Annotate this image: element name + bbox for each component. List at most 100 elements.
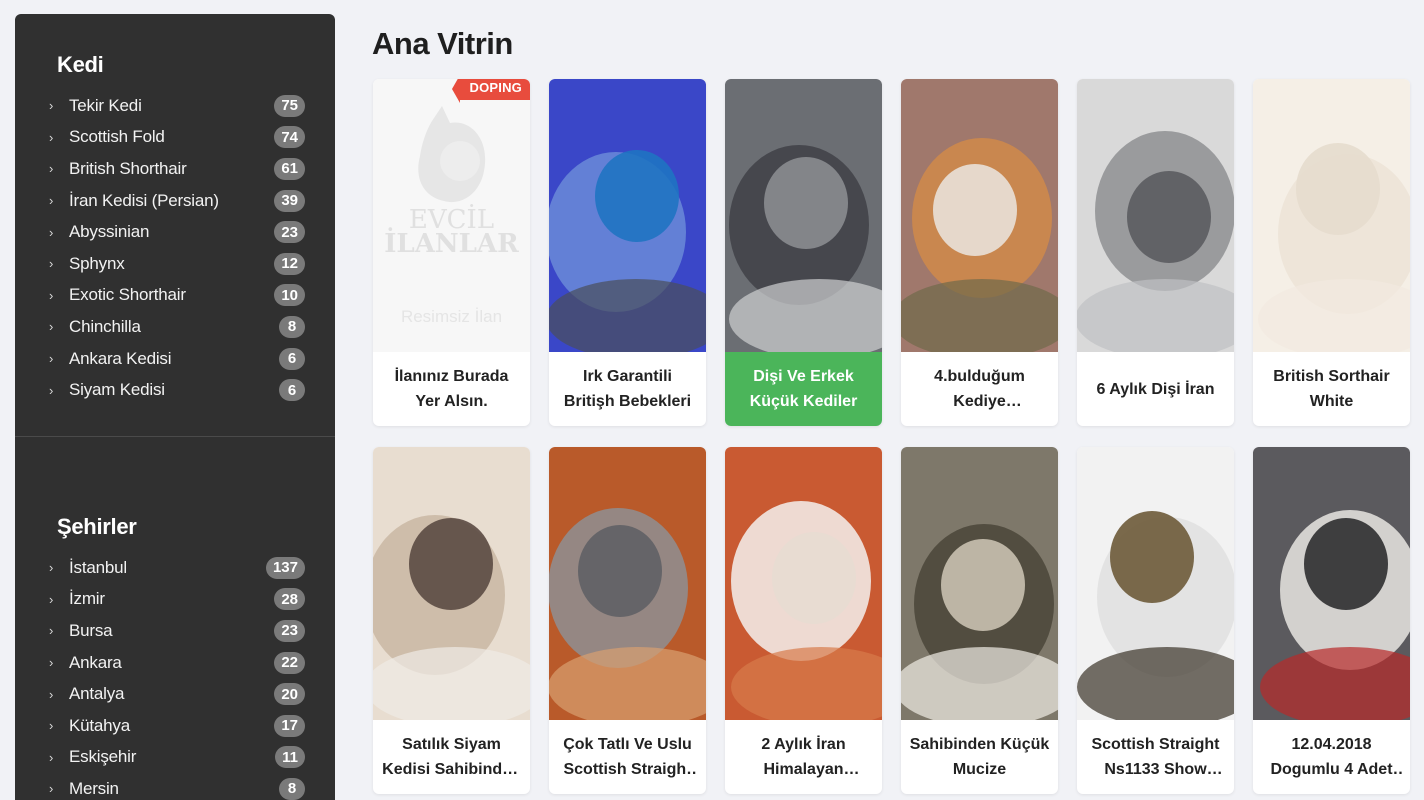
listing-photo: [1253, 447, 1410, 720]
sidebar-item[interactable]: › Tekir Kedi 75: [49, 90, 305, 122]
listing-title[interactable]: 2 Aylık İran Himalayan Yavrular: [725, 720, 882, 794]
sidebar-item[interactable]: › Mersin 8: [49, 773, 305, 800]
sidebar-item-label: Abyssinian: [69, 222, 150, 242]
sidebar-item[interactable]: › Antalya 20: [49, 678, 305, 710]
listing-card[interactable]: Sahibinden Küçük Mucize: [901, 447, 1058, 794]
sidebar-item[interactable]: › İstanbul 137: [49, 552, 305, 584]
count-badge: 12: [274, 252, 305, 275]
brand-line-2: İLANLAR: [384, 229, 519, 259]
sidebar-item-label: Eskişehir: [69, 747, 137, 767]
sidebar-item[interactable]: › Scottish Fold 74: [49, 122, 305, 154]
listing-title[interactable]: 6 Aylık Dişi İran: [1077, 352, 1234, 426]
listing-photo: [901, 447, 1058, 720]
sidebar-item[interactable]: › Kütahya 17: [49, 710, 305, 742]
sidebar-item[interactable]: › British Shorthair 61: [49, 153, 305, 185]
listing-thumbnail[interactable]: [549, 447, 706, 720]
listing-title-text: 6 Aylık Dişi İran: [1096, 380, 1215, 398]
listing-thumbnail[interactable]: [1077, 79, 1234, 352]
listing-title[interactable]: Scottish Straight Ns1133 Show Kalite: [1077, 720, 1234, 794]
chevron-right-icon: ›: [49, 98, 54, 114]
listing-title[interactable]: 4.bulduğum Kediye Bakamayacağım: [901, 352, 1058, 426]
listing-card[interactable]: 4.bulduğum Kediye Bakamayacağım: [901, 79, 1058, 426]
listing-card[interactable]: 12.04.2018 Dogumlu 4 Adet Yavru: [1253, 447, 1410, 794]
sidebar-item[interactable]: › Chinchilla 8: [49, 311, 305, 343]
listing-card[interactable]: Scottish Straight Ns1133 Show Kalite: [1077, 447, 1234, 794]
listing-title-text: 12.04.2018 Dogumlu 4 Adet Yavru: [1270, 736, 1393, 778]
listing-photo: [549, 447, 706, 720]
listing-thumbnail[interactable]: [1077, 447, 1234, 720]
sidebar-item[interactable]: › Siyam Kedisi 6: [49, 374, 305, 406]
no-image-note: Resimsiz İlan: [400, 307, 503, 326]
listing-photo: [725, 79, 882, 352]
chevron-right-icon: ›: [49, 560, 54, 576]
sidebar-item[interactable]: › Exotic Shorthair 10: [49, 280, 305, 312]
listing-card[interactable]: British Sorthair White: [1253, 79, 1410, 426]
sidebar-item[interactable]: › İran Kedisi (Persian) 39: [49, 185, 305, 217]
chevron-right-icon: ›: [49, 655, 54, 671]
chevron-right-icon: ›: [49, 749, 54, 765]
listing-photo: [549, 79, 706, 352]
sidebar-item-label: Siyam Kedisi: [69, 380, 165, 400]
sidebar-item[interactable]: › Abyssinian 23: [49, 216, 305, 248]
sidebar-item[interactable]: › Ankara Kedisi 6: [49, 343, 305, 375]
sidebar: Kedi › Tekir Kedi 75 › Scottish Fold 74 › Briti…: [15, 14, 335, 800]
count-badge: 20: [274, 683, 305, 706]
listing-title-text: Sahibinden Küçük Mucize: [909, 736, 1050, 778]
listing-thumbnail[interactable]: [373, 447, 530, 720]
count-badge: 61: [274, 157, 305, 180]
listing-title-text: İlanınız Burada Yer Alsın.: [394, 368, 509, 410]
listing-thumbnail[interactable]: [1253, 79, 1410, 352]
count-badge: 75: [274, 94, 305, 117]
sidebar-item[interactable]: › Ankara 22: [49, 647, 305, 679]
count-badge: 6: [279, 347, 305, 370]
listing-title[interactable]: Satılık Siyam Kedisi Sahibinden Satılık: [373, 720, 530, 794]
count-badge: 17: [274, 714, 305, 737]
listing-card[interactable]: DOPING EVCİL İLANLAR Resimsiz İlan İlanınız …: [373, 79, 530, 426]
sidebar-item-label: Sphynx: [69, 253, 125, 273]
sidebar-item-label: İran Kedisi (Persian): [69, 190, 219, 210]
count-badge: 74: [274, 126, 305, 149]
listing-photo: [1077, 79, 1234, 352]
chevron-right-icon: ›: [49, 256, 54, 272]
count-badge: 28: [274, 588, 305, 611]
listing-card[interactable]: 2 Aylık İran Himalayan Yavrular: [725, 447, 882, 794]
sidebar-item[interactable]: › Bursa 23: [49, 615, 305, 647]
listing-card[interactable]: Irk Garantili Britişh Bebekleri: [549, 79, 706, 426]
listing-thumbnail[interactable]: EVCİL İLANLAR Resimsiz İlan: [373, 79, 530, 352]
chevron-right-icon: ›: [49, 129, 54, 145]
chevron-right-icon: ›: [49, 287, 54, 303]
chevron-right-icon: ›: [49, 193, 54, 209]
sidebar-item[interactable]: › Sphynx 12: [49, 248, 305, 280]
listing-title[interactable]: Sahibinden Küçük Mucize: [901, 720, 1058, 794]
sidebar-item-label: Exotic Shorthair: [69, 285, 186, 305]
listing-thumbnail[interactable]: [549, 79, 706, 352]
listing-title[interactable]: İlanınız Burada Yer Alsın.: [373, 352, 530, 426]
sidebar-item[interactable]: › İzmir 28: [49, 584, 305, 616]
listing-title[interactable]: Irk Garantili Britişh Bebekleri: [549, 352, 706, 426]
listing-thumbnail[interactable]: [901, 447, 1058, 720]
listing-photo: [1253, 79, 1410, 352]
sidebar-item-label: Antalya: [69, 684, 125, 704]
listing-card[interactable]: Satılık Siyam Kedisi Sahibinden Satılık: [373, 447, 530, 794]
listing-title[interactable]: British Sorthair White: [1253, 352, 1410, 426]
count-badge: 39: [274, 189, 305, 212]
listing-title[interactable]: Çok Tatlı Ve Uslu Scottish Straight Erke…: [549, 720, 706, 794]
listing-thumbnail[interactable]: [1253, 447, 1410, 720]
count-badge: 8: [279, 777, 305, 800]
listing-card[interactable]: Dişi Ve Erkek Küçük Kediler: [725, 79, 882, 426]
listing-title[interactable]: 12.04.2018 Dogumlu 4 Adet Yavru: [1253, 720, 1410, 794]
count-badge: 10: [274, 284, 305, 307]
sidebar-item-label: Chinchilla: [69, 316, 141, 336]
sidebar-item-label: İzmir: [69, 589, 105, 609]
listing-photo: [901, 79, 1058, 352]
listing-thumbnail[interactable]: [901, 79, 1058, 352]
listing-title[interactable]: Dişi Ve Erkek Küçük Kediler: [725, 352, 882, 426]
listing-thumbnail[interactable]: [725, 447, 882, 720]
listing-card[interactable]: Çok Tatlı Ve Uslu Scottish Straight Erke…: [549, 447, 706, 794]
chevron-right-icon: ›: [49, 161, 54, 177]
doping-badge: DOPING: [451, 79, 530, 103]
sidebar-item[interactable]: › Eskişehir 11: [49, 742, 305, 774]
listing-card[interactable]: 6 Aylık Dişi İran: [1077, 79, 1234, 426]
chevron-right-icon: ›: [49, 351, 54, 367]
listing-thumbnail[interactable]: [725, 79, 882, 352]
